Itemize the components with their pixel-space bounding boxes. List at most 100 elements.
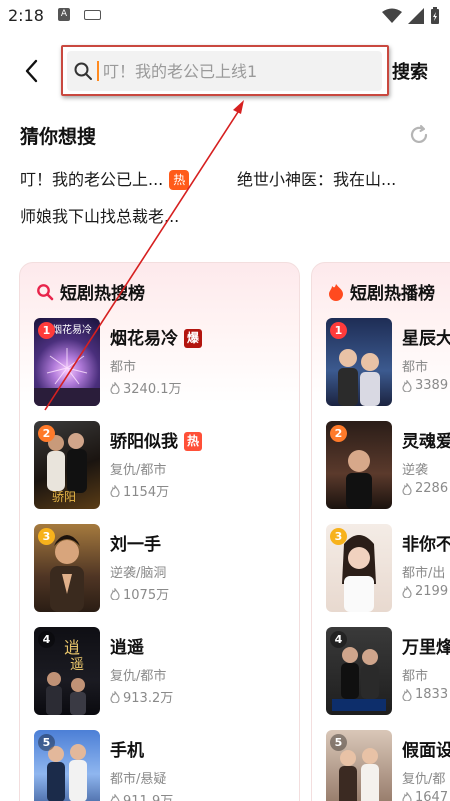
guess-item-text: 叮！我的老公已上...	[20, 170, 164, 189]
rank-number: 4	[38, 631, 55, 648]
guess-section-title: 猜你想搜	[20, 126, 97, 148]
search-button[interactable]: 搜索	[392, 58, 428, 84]
rank-number: 5	[330, 734, 347, 751]
hot-play-card: 短剧热播榜 1 星辰大 都市 3389 2 灵魂爱 逆袭 2286 3 非你不 …	[311, 262, 450, 801]
hot-badge: 爆	[184, 329, 203, 348]
drama-heat: 3240.1万	[110, 378, 182, 397]
guess-item[interactable]: 绝世小神医：我在山...	[237, 166, 396, 190]
arrow-head-icon	[233, 100, 244, 114]
drama-title: 假面设	[402, 741, 450, 761]
rank-item[interactable]: 5 手机 都市/悬疑 911.9万	[34, 730, 294, 801]
poster-image: 骄阳 2	[34, 421, 100, 509]
rank-item[interactable]: 3 非你不 都市/出 2199	[326, 524, 450, 616]
guess-item[interactable]: 叮！我的老公已上... 热	[20, 166, 190, 190]
rank-item[interactable]: 1 星辰大 都市 3389	[326, 318, 450, 410]
drama-title: 灵魂爱	[402, 432, 450, 452]
status-time: 2:18	[8, 6, 44, 25]
heat-value: 1833	[415, 687, 449, 702]
poster-image: 2	[326, 421, 392, 509]
search-icon	[74, 62, 92, 80]
search-bar[interactable]	[67, 51, 382, 91]
heat-value: 2199	[415, 584, 449, 599]
drama-heat: 1647	[402, 790, 448, 801]
back-button[interactable]	[16, 56, 46, 86]
rank-number: 4	[330, 631, 347, 648]
poster-image: 3	[326, 524, 392, 612]
drama-title: 非你不	[402, 535, 450, 555]
drama-genre: 都市/悬疑	[110, 772, 167, 787]
heat-value: 3389	[415, 378, 449, 393]
hot-play-title-text: 短剧热播榜	[350, 284, 435, 304]
rank-item[interactable]: 2 灵魂爱 逆袭 2286	[326, 421, 450, 513]
search-icon	[37, 283, 54, 300]
rank-number: 1	[330, 322, 347, 339]
drama-title-text: 刘一手	[110, 535, 161, 555]
search-input[interactable]	[103, 61, 373, 81]
svg-text:骄阳: 骄阳	[52, 490, 76, 504]
drama-title: 星辰大	[402, 329, 450, 349]
heat-value: 911.9万	[123, 790, 173, 801]
rank-item[interactable]: 骄阳 2 骄阳似我热 复仇/都市 1154万	[34, 421, 294, 513]
drama-genre: 都市/出	[402, 566, 446, 581]
poster-image: 5	[34, 730, 100, 801]
drama-genre: 复仇/都市	[110, 463, 167, 478]
svg-text:逍: 逍	[64, 638, 80, 657]
drama-heat: 1154万	[110, 481, 169, 500]
heat-value: 1647	[415, 790, 449, 801]
keyboard-icon	[84, 10, 101, 20]
rank-item[interactable]: 4 万里烽 都市 1833	[326, 627, 450, 719]
drama-title-text: 手机	[110, 741, 144, 761]
heat-value: 3240.1万	[123, 382, 182, 397]
poster-image: 4	[326, 627, 392, 715]
poster-image: 1	[326, 318, 392, 406]
drama-heat: 913.2万	[110, 687, 173, 706]
rank-item[interactable]: 3 刘一手 逆袭/脑洞 1075万	[34, 524, 294, 616]
drama-title-text: 逍遥	[110, 638, 144, 658]
hot-search-title: 短剧热搜榜	[36, 279, 145, 304]
flame-icon	[110, 587, 120, 600]
status-bar: 2:18 A	[0, 0, 450, 32]
flame-icon	[402, 585, 412, 598]
poster-text: 烟花易冷	[52, 325, 92, 336]
drama-genre: 都市	[402, 360, 429, 375]
drama-heat: 1075万	[110, 584, 169, 603]
rank-item[interactable]: 逍 遥 4 逍遥 复仇/都市 913.2万	[34, 627, 294, 719]
heat-value: 1154万	[123, 485, 170, 500]
flame-icon	[110, 793, 120, 801]
refresh-icon[interactable]	[408, 124, 430, 146]
flame-icon	[402, 688, 412, 701]
drama-heat: 2286	[402, 481, 448, 496]
poster-image: 3	[34, 524, 100, 612]
guess-item[interactable]: 师娘我下山找总裁老...	[20, 203, 179, 227]
rank-number: 1	[38, 322, 55, 339]
drama-title: 刘一手	[110, 530, 161, 555]
flame-icon	[110, 484, 120, 497]
rank-number: 2	[38, 425, 55, 442]
drama-title-text: 骄阳似我	[110, 432, 178, 452]
rank-item[interactable]: 烟花易冷 1 烟花易冷爆 都市 3240.1万	[34, 318, 294, 410]
wifi-icon	[382, 8, 402, 23]
rank-number: 3	[330, 528, 347, 545]
drama-genre: 复仇/都市	[110, 669, 167, 684]
flame-icon	[402, 791, 412, 801]
drama-heat: 911.9万	[110, 790, 173, 801]
drama-title: 烟花易冷爆	[110, 324, 203, 349]
flame-icon	[402, 482, 412, 495]
rank-number: 5	[38, 734, 55, 751]
drama-genre: 复仇/都	[402, 772, 446, 787]
drama-genre: 都市	[110, 360, 137, 375]
svg-text:遥: 遥	[70, 657, 84, 673]
heat-value: 913.2万	[123, 691, 174, 706]
rank-item[interactable]: 5 假面设 复仇/都 1647	[326, 730, 450, 801]
flame-icon	[110, 381, 120, 394]
chevron-left-icon	[25, 59, 38, 83]
a-notification-icon: A	[58, 8, 70, 21]
drama-genre: 逆袭/脑洞	[110, 566, 167, 581]
drama-heat: 3389	[402, 378, 448, 393]
flame-icon	[402, 379, 412, 392]
hot-play-title: 短剧热播榜	[328, 279, 435, 304]
flame-icon	[110, 690, 120, 703]
text-cursor	[97, 61, 99, 81]
drama-title: 骄阳似我热	[110, 427, 203, 452]
signal-icon	[408, 8, 424, 24]
